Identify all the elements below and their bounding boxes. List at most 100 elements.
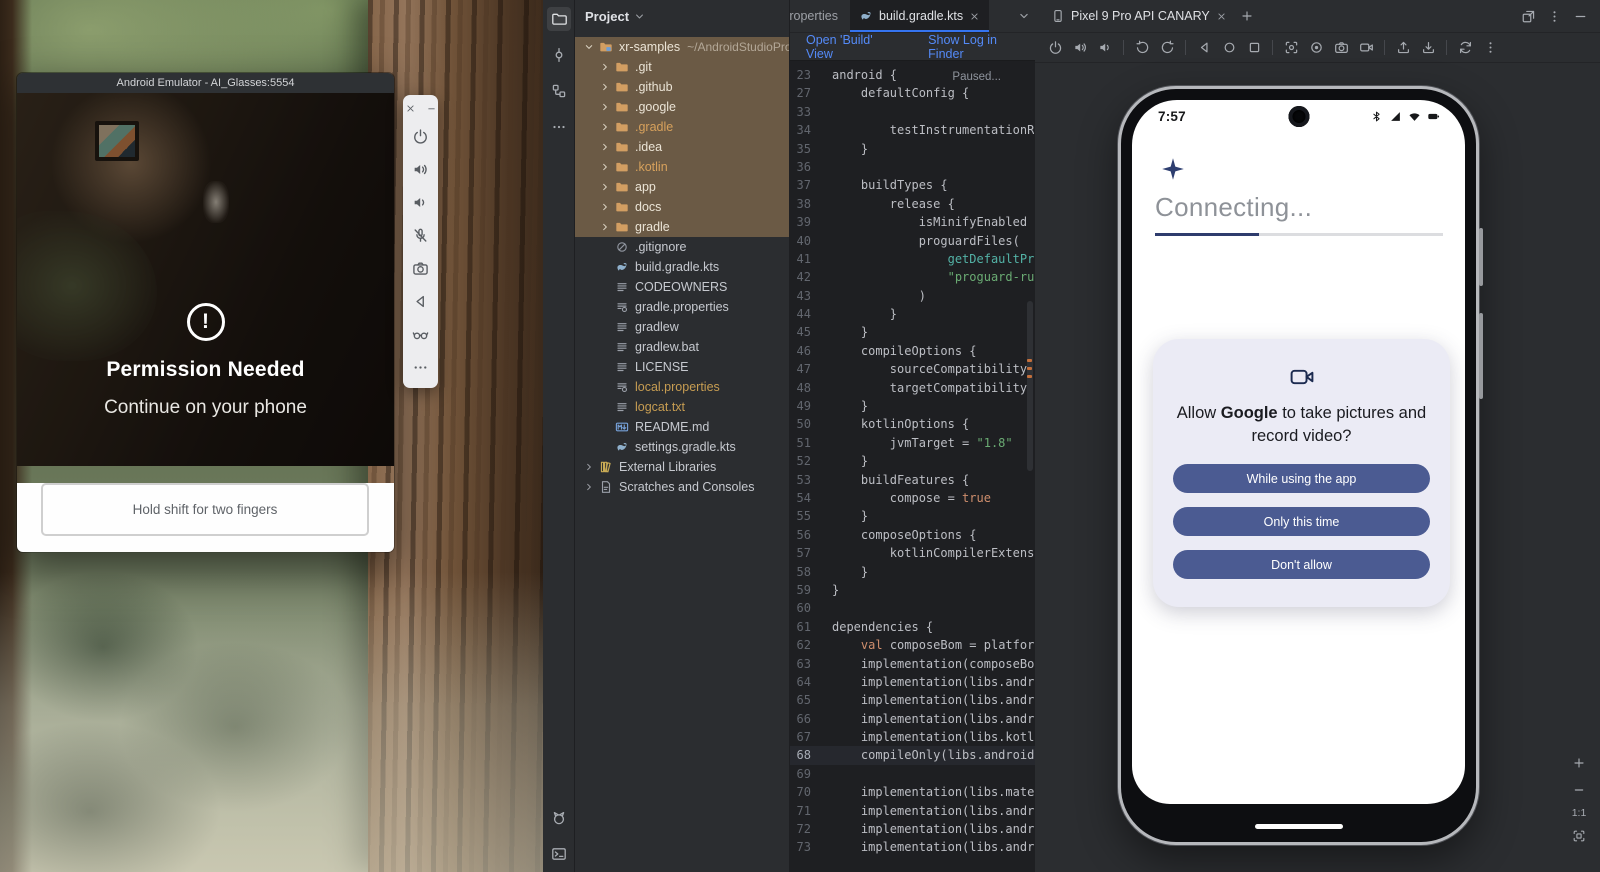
sync-icon[interactable] <box>1453 36 1477 60</box>
permission-button-only-this-time[interactable]: Only this time <box>1173 507 1430 536</box>
hide-icon[interactable] <box>1568 4 1592 28</box>
code-line-52[interactable]: 52 } <box>790 452 1035 470</box>
code-line-35[interactable]: 35 } <box>790 140 1035 158</box>
tree-item-local-properties[interactable]: local.properties <box>575 377 789 397</box>
tree-item-license[interactable]: LICENSE <box>575 357 789 377</box>
more-vertical-icon[interactable] <box>1478 36 1502 60</box>
chevron-right-icon[interactable] <box>597 180 612 195</box>
tree-item-gradle[interactable]: gradle <box>575 217 789 237</box>
close-icon[interactable] <box>969 11 980 22</box>
more-vertical-icon[interactable] <box>1542 4 1566 28</box>
gesture-bar[interactable] <box>1255 824 1343 829</box>
code-line-73[interactable]: 73 implementation(libs.andr <box>790 838 1035 856</box>
add-device-tab-button[interactable] <box>1235 4 1259 28</box>
tree-item--github[interactable]: .github <box>575 77 789 97</box>
scrollbar-thumb[interactable] <box>1027 301 1033 471</box>
screenshot-icon[interactable] <box>1279 36 1303 60</box>
tree-item-docs[interactable]: docs <box>575 197 789 217</box>
emulator-titlebar[interactable]: Android Emulator - AI_Glasses:5554 <box>17 73 394 93</box>
code-line-71[interactable]: 71 implementation(libs.andr <box>790 802 1035 820</box>
tree-item-external-libraries[interactable]: External Libraries <box>575 457 789 477</box>
code-line-70[interactable]: 70 implementation(libs.mate <box>790 783 1035 801</box>
chevron-right-icon[interactable] <box>597 160 612 175</box>
tree-item-logcat-txt[interactable]: logcat.txt <box>575 397 789 417</box>
volume-down-icon[interactable] <box>410 191 432 213</box>
code-line-58[interactable]: 58 } <box>790 563 1035 581</box>
code-line-41[interactable]: 41 getDefaultPr <box>790 250 1035 268</box>
volume-up-icon[interactable] <box>1068 36 1092 60</box>
tab-build-gradle-kts[interactable]: build.gradle.kts <box>850 0 989 32</box>
tree-item--gradle[interactable]: .gradle <box>575 117 789 137</box>
glasses-icon[interactable] <box>410 323 432 345</box>
code-line-56[interactable]: 56 composeOptions { <box>790 526 1035 544</box>
code-line-61[interactable]: 61dependencies { <box>790 618 1035 636</box>
close-icon[interactable] <box>1216 11 1227 22</box>
tree-item-build-gradle-kts[interactable]: build.gradle.kts <box>575 257 789 277</box>
tree-item-app[interactable]: app <box>575 177 789 197</box>
code-line-64[interactable]: 64 implementation(libs.andr <box>790 673 1035 691</box>
code-line-39[interactable]: 39 isMinifyEnabled <box>790 213 1035 231</box>
zoom-reset-button[interactable]: 1:1 <box>1572 807 1587 819</box>
code-line-66[interactable]: 66 implementation(libs.andr <box>790 710 1035 728</box>
tab-overflow-chevron-icon[interactable] <box>1013 5 1035 27</box>
code-line-36[interactable]: 36 <box>790 158 1035 176</box>
code-line-69[interactable]: 69 <box>790 765 1035 783</box>
code-line-46[interactable]: 46 compileOptions { <box>790 342 1035 360</box>
power-icon[interactable] <box>1043 36 1067 60</box>
power-icon[interactable] <box>410 125 432 147</box>
tree-item-readme-md[interactable]: README.md <box>575 417 789 437</box>
code-line-62[interactable]: 62 val composeBom = platfor <box>790 636 1035 654</box>
code-line-57[interactable]: 57 kotlinCompilerExtens <box>790 544 1035 562</box>
tree-item-gradlew-bat[interactable]: gradlew.bat <box>575 337 789 357</box>
back-icon[interactable] <box>410 290 432 312</box>
volume-up-icon[interactable] <box>410 158 432 180</box>
tree-item-xr-samples[interactable]: xr-samples~/AndroidStudioProje <box>575 37 789 57</box>
code-line-49[interactable]: 49 } <box>790 397 1035 415</box>
chevron-right-icon[interactable] <box>597 220 612 235</box>
permission-button-don-t-allow[interactable]: Don't allow <box>1173 550 1430 579</box>
chevron-down-icon[interactable] <box>633 10 646 23</box>
code-line-59[interactable]: 59} <box>790 581 1035 599</box>
upload-icon[interactable] <box>1391 36 1415 60</box>
code-editor[interactable]: 23android {27 defaultConfig {3334 testIn… <box>790 61 1035 872</box>
camera-icon[interactable] <box>410 257 432 279</box>
code-line-54[interactable]: 54 compose = true <box>790 489 1035 507</box>
code-line-44[interactable]: 44 } <box>790 305 1035 323</box>
open-window-icon[interactable] <box>1516 4 1540 28</box>
zoom-out-button[interactable] <box>1569 780 1589 800</box>
terminal-icon[interactable] <box>547 842 571 866</box>
logcat-icon[interactable] <box>547 806 571 830</box>
rotate-left-icon[interactable] <box>1130 36 1154 60</box>
chevron-right-icon[interactable] <box>597 200 612 215</box>
project-folder-icon[interactable] <box>547 7 571 31</box>
code-line-34[interactable]: 34 testInstrumentationR <box>790 121 1035 139</box>
signal-icon[interactable] <box>1388 109 1403 124</box>
code-line-72[interactable]: 72 implementation(libs.andr <box>790 820 1035 838</box>
code-line-51[interactable]: 51 jvmTarget = "1.8" <box>790 434 1035 452</box>
chevron-right-icon[interactable] <box>597 80 612 95</box>
tree-item--google[interactable]: .google <box>575 97 789 117</box>
more-horizontal-icon[interactable] <box>547 115 571 139</box>
zoom-fit-button[interactable] <box>1569 826 1589 846</box>
code-line-53[interactable]: 53 buildFeatures { <box>790 471 1035 489</box>
wifi-icon[interactable] <box>1407 109 1422 124</box>
tree-item-gradlew[interactable]: gradlew <box>575 317 789 337</box>
code-line-60[interactable]: 60 <box>790 599 1035 617</box>
code-line-48[interactable]: 48 targetCompatibility <box>790 379 1035 397</box>
close-icon[interactable] <box>403 101 417 115</box>
tree-item-codeowners[interactable]: CODEOWNERS <box>575 277 789 297</box>
code-line-38[interactable]: 38 release { <box>790 195 1035 213</box>
chevron-right-icon[interactable] <box>597 60 612 75</box>
show-log-in-finder-link[interactable]: Show Log in Finder <box>928 33 1035 61</box>
code-line-43[interactable]: 43 ) <box>790 287 1035 305</box>
code-line-68[interactable]: 68 compileOnly(libs.android <box>790 746 1035 764</box>
tree-item-gradle-properties[interactable]: gradle.properties <box>575 297 789 317</box>
code-line-40[interactable]: 40 proguardFiles( <box>790 232 1035 250</box>
chevron-right-icon[interactable] <box>581 480 596 495</box>
battery-icon[interactable] <box>1426 109 1441 124</box>
tree-item--kotlin[interactable]: .kotlin <box>575 157 789 177</box>
chevron-right-icon[interactable] <box>597 140 612 155</box>
code-line-50[interactable]: 50 kotlinOptions { <box>790 415 1035 433</box>
tree-item-scratches-and-consoles[interactable]: Scratches and Consoles <box>575 477 789 497</box>
bluetooth-icon[interactable] <box>1369 109 1384 124</box>
